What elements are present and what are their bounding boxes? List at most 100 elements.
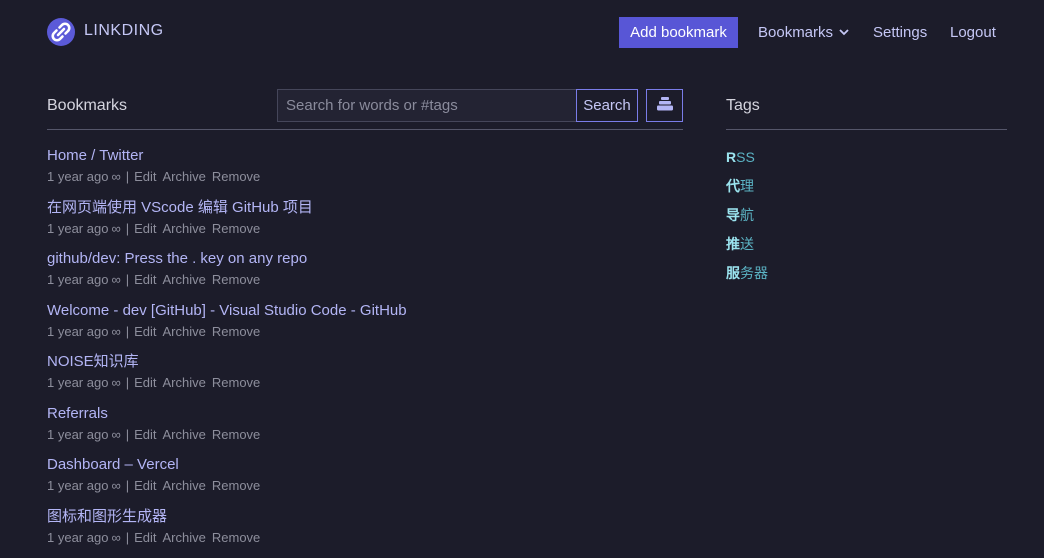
list-item: NOISE知识库 1 year ago∞ | Edit Archive Remove xyxy=(47,352,687,404)
list-item: 图标和图形生成器 1 year ago∞ | Edit Archive Remove xyxy=(47,507,687,558)
tag-link[interactable]: RSS xyxy=(726,149,768,178)
bookmark-title-link[interactable]: Dashboard – Vercel xyxy=(47,455,687,474)
archive-link[interactable]: Archive xyxy=(163,324,206,339)
remove-link[interactable]: Remove xyxy=(212,375,260,390)
archive-link[interactable]: Archive xyxy=(163,530,206,545)
bookmark-list: Home / Twitter 1 year ago∞|EditArchiveRe… xyxy=(47,146,687,558)
bookmark-age: 1 year ago xyxy=(47,375,108,390)
bookmark-age: 1 year ago xyxy=(47,530,108,545)
bookmark-age: 1 year ago xyxy=(47,427,108,442)
bookmarks-menu[interactable]: Bookmarks xyxy=(758,24,849,41)
edit-link[interactable]: Edit xyxy=(134,478,156,493)
tag-rest: 航 xyxy=(740,207,754,223)
bookmark-title-link[interactable]: Referrals xyxy=(47,404,687,423)
bookmarks-divider xyxy=(47,129,683,130)
separator: | xyxy=(126,272,129,287)
stack-icon xyxy=(656,96,674,115)
archive-link[interactable]: Archive xyxy=(163,221,206,236)
separator: | xyxy=(126,530,129,545)
tag-cloud: RSS 代理 导航 推送 服务器 xyxy=(726,149,768,294)
add-bookmark-button[interactable]: Add bookmark xyxy=(619,17,738,48)
brand-name[interactable]: LINKDING xyxy=(84,22,164,40)
archive-link[interactable]: Archive xyxy=(163,169,206,184)
tag-rest: 务器 xyxy=(740,265,768,281)
edit-link[interactable]: Edit xyxy=(134,221,156,236)
edit-link[interactable]: Edit xyxy=(134,272,156,287)
bookmarks-heading: Bookmarks xyxy=(47,97,127,115)
separator: | xyxy=(126,169,129,184)
tag-rest: 送 xyxy=(740,236,754,252)
remove-link[interactable]: Remove xyxy=(212,324,260,339)
remove-link[interactable]: Remove xyxy=(212,427,260,442)
tag-initial: 代 xyxy=(726,178,740,194)
shared-icon: ∞ xyxy=(111,375,120,390)
bookmark-title-link[interactable]: Home / Twitter xyxy=(47,146,687,165)
logout-link[interactable]: Logout xyxy=(950,24,996,41)
remove-link[interactable]: Remove xyxy=(212,530,260,545)
remove-link[interactable]: Remove xyxy=(212,478,260,493)
bookmark-age: 1 year ago xyxy=(47,478,108,493)
list-item: Welcome - dev [GitHub] - Visual Studio C… xyxy=(47,301,687,353)
list-item: github/dev: Press the . key on any repo … xyxy=(47,249,687,301)
archive-link[interactable]: Archive xyxy=(163,478,206,493)
bookmark-age: 1 year ago xyxy=(47,221,108,236)
edit-link[interactable]: Edit xyxy=(134,375,156,390)
separator: | xyxy=(126,478,129,493)
bulk-edit-button[interactable] xyxy=(646,89,683,122)
search-button[interactable]: Search xyxy=(576,89,638,122)
chevron-down-icon xyxy=(839,27,849,39)
shared-icon: ∞ xyxy=(111,272,120,287)
bookmark-title-link[interactable]: 图标和图形生成器 xyxy=(47,507,687,526)
tag-initial: 导 xyxy=(726,207,740,223)
shared-icon: ∞ xyxy=(111,530,120,545)
search-input[interactable] xyxy=(277,89,577,122)
tag-initial: 推 xyxy=(726,236,740,252)
separator: | xyxy=(126,324,129,339)
tag-rest: SS xyxy=(736,149,755,165)
edit-link[interactable]: Edit xyxy=(134,427,156,442)
edit-link[interactable]: Edit xyxy=(134,324,156,339)
archive-link[interactable]: Archive xyxy=(163,427,206,442)
bookmark-meta: 1 year ago∞ | Edit Archive Remove xyxy=(47,375,687,390)
bookmark-meta: 1 year ago∞ | Edit Archive Remove xyxy=(47,324,687,339)
tag-link[interactable]: 推送 xyxy=(726,236,768,265)
tag-link[interactable]: 服务器 xyxy=(726,265,768,294)
remove-link[interactable]: Remove xyxy=(212,169,260,184)
edit-link[interactable]: Edit xyxy=(134,169,156,184)
tag-link[interactable]: 导航 xyxy=(726,207,768,236)
list-item: Dashboard – Vercel 1 year ago∞ | Edit Archi… xyxy=(47,455,687,507)
bookmark-title-link[interactable]: NOISE知识库 xyxy=(47,352,687,371)
tag-rest: 理 xyxy=(740,178,754,194)
bookmark-meta: 1 year ago∞ | Edit Archive Remove xyxy=(47,530,687,545)
separator: | xyxy=(126,427,129,442)
bookmark-title-link[interactable]: github/dev: Press the . key on any repo xyxy=(47,249,687,268)
separator: | xyxy=(126,221,129,236)
bookmark-meta: 1 year ago∞|EditArchiveRemove xyxy=(47,427,687,442)
bookmark-title-link[interactable]: Welcome - dev [GitHub] - Visual Studio C… xyxy=(47,301,687,320)
bookmark-title-link[interactable]: 在网页端使用 VScode 编辑 GitHub 项目 xyxy=(47,198,687,217)
shared-icon: ∞ xyxy=(111,221,120,236)
bookmarks-menu-label: Bookmarks xyxy=(758,24,833,41)
list-item: Referrals 1 year ago∞|EditArchiveRemove xyxy=(47,404,687,456)
bookmark-meta: 1 year ago∞ | Edit Archive Remove xyxy=(47,478,687,493)
settings-link[interactable]: Settings xyxy=(873,24,927,41)
separator: | xyxy=(126,375,129,390)
shared-icon: ∞ xyxy=(111,324,120,339)
bookmark-meta: 1 year ago∞ | Edit Archive Remove xyxy=(47,221,687,236)
archive-link[interactable]: Archive xyxy=(163,272,206,287)
remove-link[interactable]: Remove xyxy=(212,272,260,287)
bookmark-meta: 1 year ago∞ | Edit Archive Remove xyxy=(47,272,687,287)
tags-heading: Tags xyxy=(726,97,760,115)
list-item: 在网页端使用 VScode 编辑 GitHub 项目 1 year ago∞ | E… xyxy=(47,198,687,250)
edit-link[interactable]: Edit xyxy=(134,530,156,545)
bookmark-age: 1 year ago xyxy=(47,272,108,287)
bookmark-age: 1 year ago xyxy=(47,169,108,184)
remove-link[interactable]: Remove xyxy=(212,221,260,236)
archive-link[interactable]: Archive xyxy=(163,375,206,390)
tag-initial: R xyxy=(726,149,736,165)
bookmark-age: 1 year ago xyxy=(47,324,108,339)
shared-icon: ∞ xyxy=(111,478,120,493)
tag-link[interactable]: 代理 xyxy=(726,178,768,207)
linkding-logo-icon[interactable] xyxy=(47,18,75,46)
bookmark-meta: 1 year ago∞|EditArchiveRemove xyxy=(47,169,687,184)
